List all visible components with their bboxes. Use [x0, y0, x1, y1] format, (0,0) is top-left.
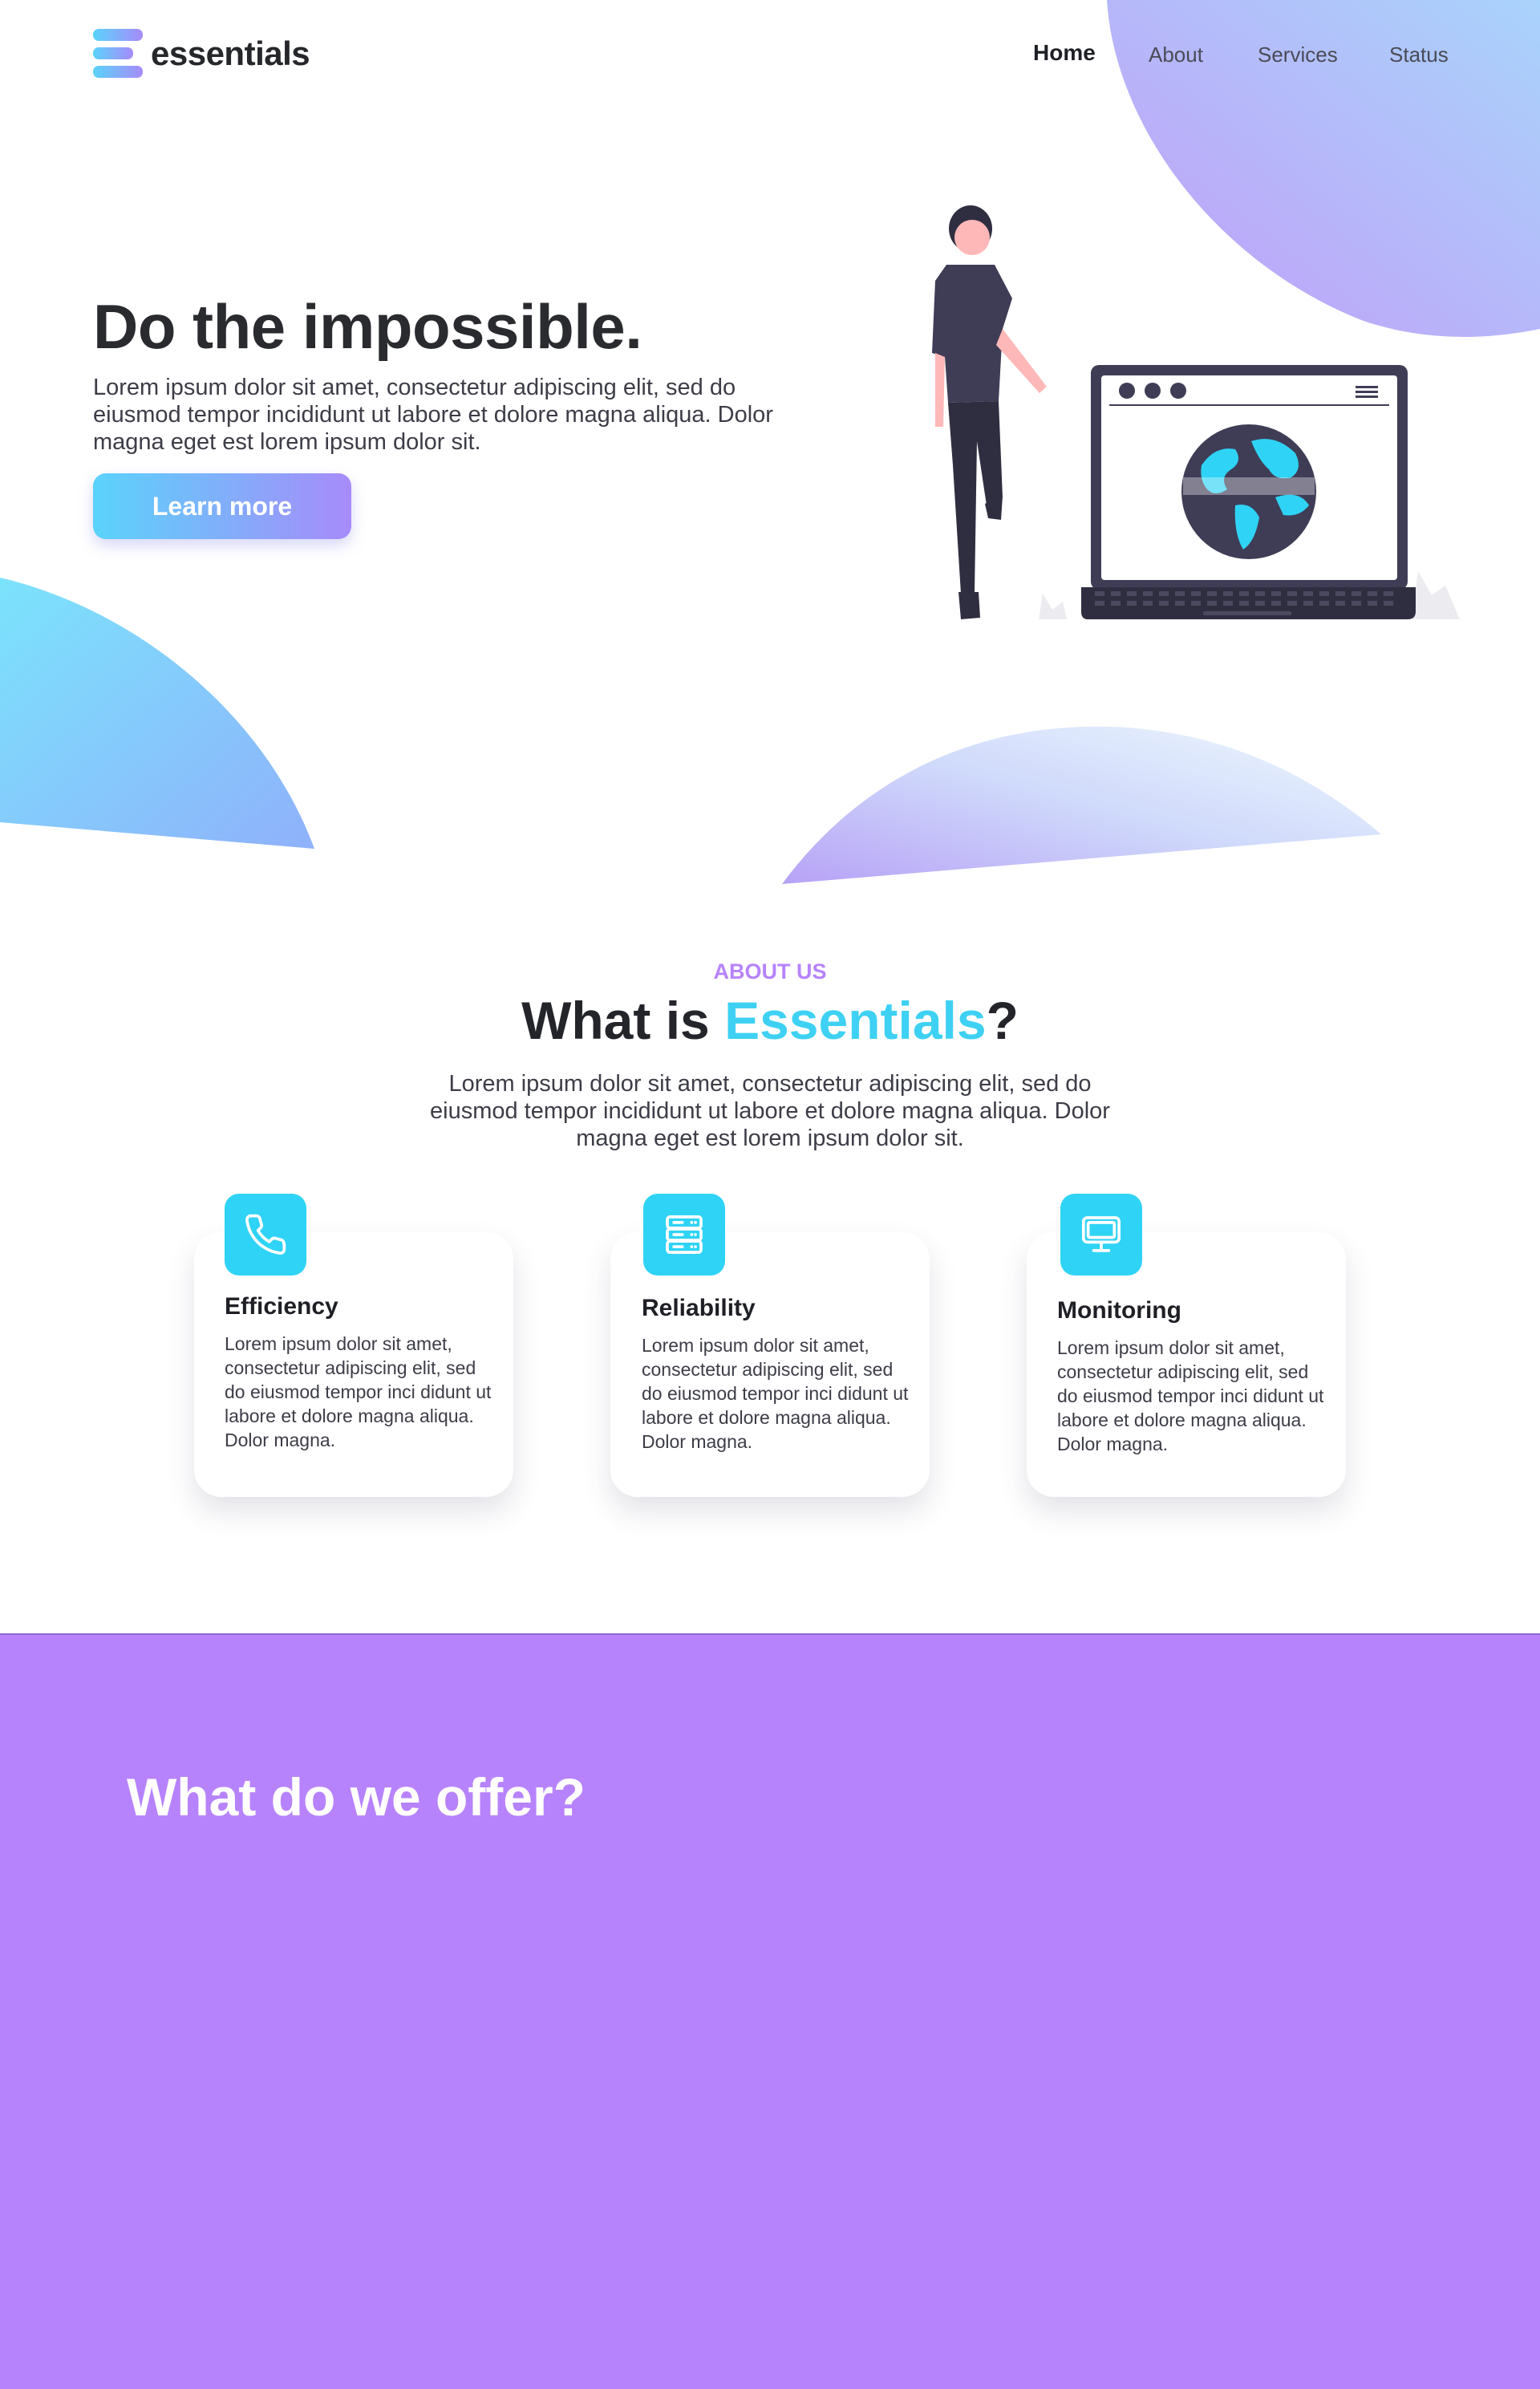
card-text-efficiency: Lorem ipsum dolor sit amet, consectetur …	[225, 1333, 492, 1450]
nav-home[interactable]: Home	[1033, 40, 1096, 66]
server-icon	[643, 1194, 725, 1276]
card-title-reliability: Reliability	[642, 1295, 756, 1321]
card-text-monitoring: Lorem ipsum dolor sit amet, consectetur …	[1057, 1337, 1324, 1454]
about-title: What is Essentials?	[0, 990, 1540, 1051]
about-title-accent: Essentials	[724, 991, 987, 1050]
hero-illustration	[932, 205, 1460, 619]
learn-more-button[interactable]: Learn more	[93, 473, 351, 539]
card-title-efficiency: Efficiency	[225, 1293, 338, 1320]
about-text: Lorem ipsum dolor sit amet, consectetur …	[430, 1071, 1110, 1151]
nav-status[interactable]: Status	[1389, 43, 1449, 67]
hero-text: Lorem ipsum dolor sit amet, consectetur …	[93, 375, 773, 455]
hero-title: Do the impossible.	[93, 291, 642, 362]
card-text-reliability: Lorem ipsum dolor sit amet, consectetur …	[642, 1335, 909, 1452]
nav-services[interactable]: Services	[1258, 43, 1338, 67]
about-title-suffix: ?	[986, 991, 1019, 1050]
offer-section: What do we offer?	[0, 1633, 1540, 2389]
logo-text: essentials	[151, 34, 310, 72]
about-kicker: ABOUT US	[713, 959, 827, 984]
monitor-icon	[1060, 1194, 1142, 1276]
landing-page: essentials Home About Services Status Do…	[0, 0, 1540, 2389]
phone-icon	[225, 1194, 306, 1276]
logo-icon	[93, 29, 143, 78]
logo[interactable]: essentials	[93, 27, 310, 80]
left-blob	[0, 578, 314, 849]
nav-about[interactable]: About	[1149, 43, 1203, 67]
about-title-prefix: What is	[521, 991, 725, 1050]
offer-title: What do we offer?	[127, 1767, 586, 1827]
middle-blob	[782, 726, 1381, 884]
card-title-monitoring: Monitoring	[1057, 1297, 1181, 1324]
